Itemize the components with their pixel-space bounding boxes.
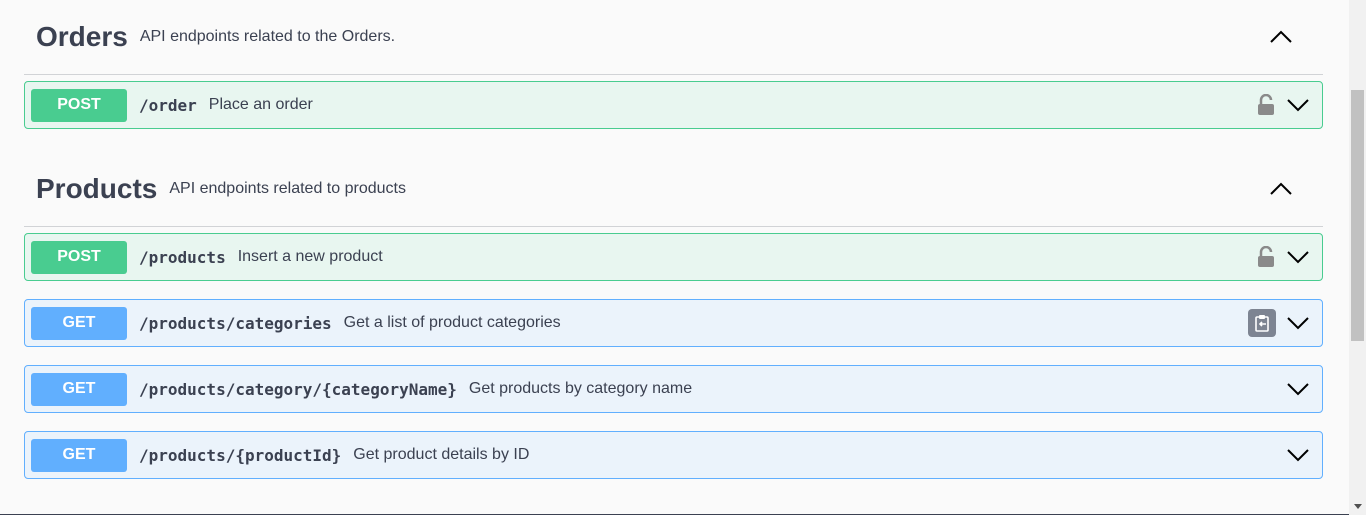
operation-summary: Get a list of product categories bbox=[343, 314, 561, 331]
method-badge: GET bbox=[31, 306, 127, 340]
method-badge: GET bbox=[31, 438, 127, 472]
tag-header-orders[interactable]: Orders API endpoints related to the Orde… bbox=[24, 0, 1323, 75]
operation-path: /products bbox=[139, 247, 226, 267]
method-badge: POST bbox=[31, 88, 127, 122]
operation-summary: Insert a new product bbox=[237, 248, 383, 265]
scroll-down-arrow-icon[interactable] bbox=[1349, 499, 1366, 513]
operation-get-product-details[interactable]: GET /products/{productId} Get product de… bbox=[24, 431, 1323, 479]
expand-chevron-down-icon[interactable] bbox=[1286, 443, 1310, 467]
expand-chevron-down-icon[interactable] bbox=[1286, 93, 1310, 117]
operation-controls bbox=[1256, 234, 1310, 280]
operation-controls bbox=[1286, 432, 1310, 478]
operation-post-order[interactable]: POST /order Place an order bbox=[24, 81, 1323, 129]
operation-path: /order bbox=[139, 95, 197, 115]
tag-title-orders: Orders bbox=[36, 21, 128, 52]
expand-chevron-down-icon[interactable] bbox=[1286, 245, 1310, 269]
scrollbar-thumb[interactable] bbox=[1351, 90, 1364, 341]
tag-title-products: Products bbox=[36, 172, 158, 204]
unlock-icon[interactable] bbox=[1256, 93, 1276, 117]
operation-controls bbox=[1256, 82, 1310, 128]
vertical-scrollbar[interactable] bbox=[1349, 0, 1366, 515]
collapse-products-chevron-up-icon[interactable] bbox=[1269, 177, 1293, 201]
operation-path: /products/category/{categoryName} bbox=[139, 379, 457, 399]
api-sections: Orders API endpoints related to the Orde… bbox=[24, 0, 1323, 479]
operation-summary: Get product details by ID bbox=[353, 446, 530, 463]
swagger-page: Orders API endpoints related to the Orde… bbox=[0, 0, 1366, 515]
expand-chevron-down-icon[interactable] bbox=[1286, 377, 1310, 401]
tag-header-products[interactable]: Products API endpoints related to produc… bbox=[24, 151, 1323, 227]
operation-get-products-by-category[interactable]: GET /products/category/{categoryName} Ge… bbox=[24, 365, 1323, 413]
method-badge: POST bbox=[31, 240, 127, 274]
operation-get-product-categories[interactable]: GET /products/categories Get a list of p… bbox=[24, 299, 1323, 347]
operation-post-products[interactable]: POST /products Insert a new product bbox=[24, 233, 1323, 281]
operation-summary: Place an order bbox=[208, 96, 313, 113]
operation-path: /products/{productId} bbox=[139, 445, 342, 465]
operation-path: /products/categories bbox=[139, 313, 332, 333]
method-badge: GET bbox=[31, 372, 127, 406]
collapse-orders-chevron-up-icon[interactable] bbox=[1269, 25, 1293, 49]
copy-to-clipboard-icon[interactable] bbox=[1248, 309, 1276, 337]
operation-controls bbox=[1248, 300, 1310, 346]
operation-controls bbox=[1286, 366, 1310, 412]
tag-description-products: API endpoints related to products bbox=[169, 179, 406, 197]
tag-description-orders: API endpoints related to the Orders. bbox=[139, 28, 396, 45]
expand-chevron-down-icon[interactable] bbox=[1286, 311, 1310, 335]
operation-summary: Get products by category name bbox=[468, 380, 693, 397]
unlock-icon[interactable] bbox=[1256, 245, 1276, 269]
